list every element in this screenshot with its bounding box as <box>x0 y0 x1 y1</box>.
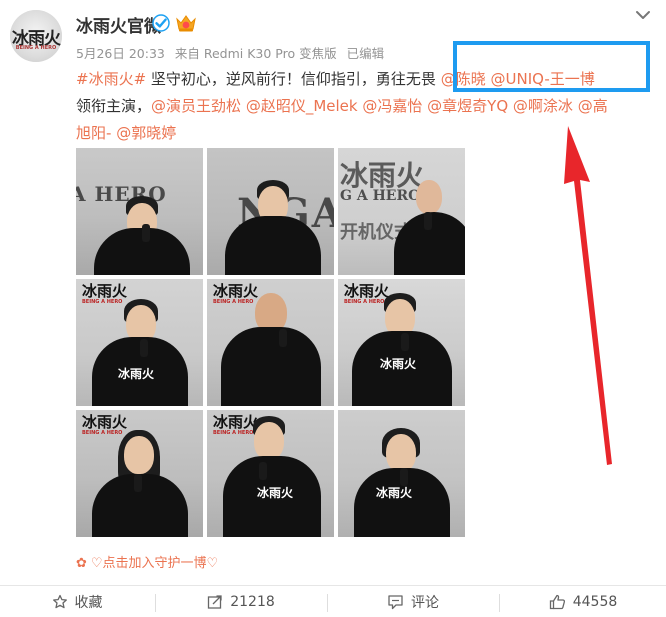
show-logo-subtitle: BEING A HERO <box>213 430 254 436</box>
like-count: 44558 <box>572 593 618 610</box>
show-logo: 冰雨火 <box>213 413 259 431</box>
crown-badge-icon[interactable] <box>175 13 197 33</box>
photo-thumbnail[interactable]: NGA <box>207 148 334 275</box>
mention-link[interactable]: @冯嘉怡 <box>362 97 422 115</box>
show-logo: 冰雨火 <box>213 282 259 300</box>
comment-icon <box>388 594 403 609</box>
collect-label: 收藏 <box>74 594 103 611</box>
mention-link[interactable]: 旭阳- <box>76 124 111 142</box>
photo-thumbnail[interactable]: 冰雨火 BEING A HERO <box>207 279 334 406</box>
post-sentence: 坚守初心，逆风前行！信仰指引，勇往无畏 <box>146 70 436 88</box>
comment-label: 评论 <box>411 594 439 611</box>
star-icon <box>52 594 67 608</box>
show-logo-subtitle: BEING A HERO <box>344 299 385 305</box>
like-button[interactable]: 44558 <box>500 586 666 617</box>
collect-button[interactable]: 收藏 <box>0 586 154 617</box>
show-logo-subtitle: BEING A HERO <box>82 430 123 436</box>
guard-link[interactable]: ✿ ♡点击加入守护一博♡ <box>76 552 218 571</box>
mention-link[interactable]: @章煜奇YQ <box>427 97 508 115</box>
comment-button[interactable]: 评论 <box>328 586 498 617</box>
photo-thumbnail[interactable]: A HERO <box>76 148 203 275</box>
photo-thumbnail[interactable]: 冰雨火 G A HERO 开机仪式 <box>338 148 465 275</box>
username[interactable]: 冰雨火官微 <box>76 12 161 37</box>
post-meta: 5月26日 20:33 来自 Redmi K30 Pro 变焦版 已编辑 <box>76 43 390 62</box>
flower-icon: ✿ <box>76 556 87 571</box>
post-edited[interactable]: 已编辑 <box>347 46 385 61</box>
mention-link[interactable]: @啊涂冰 <box>513 97 573 115</box>
guard-link-text[interactable]: ♡点击加入守护一博♡ <box>91 556 218 571</box>
hashtag-link[interactable]: #冰雨火# <box>76 70 146 88</box>
photo-thumbnail[interactable]: 冰雨火 BEING A HERO 冰雨火 <box>76 279 203 406</box>
shirt-logo: 冰雨火 <box>118 367 155 381</box>
show-logo: 冰雨火 <box>82 413 128 431</box>
avatar-logo-subtitle: BEING A HERO <box>15 45 57 51</box>
post-date[interactable]: 5月26日 20:33 <box>76 46 165 61</box>
photo-thumbnail[interactable]: 冰雨火 BEING A HERO 冰雨火 <box>338 279 465 406</box>
weibo-post-card: 冰雨火 BEING A HERO 冰雨火官微 5月26日 20:33 来自 Re… <box>0 0 666 617</box>
post-lead-text: 领衔主演， <box>76 97 152 115</box>
thumbs-up-icon <box>549 594 565 609</box>
photo-thumbnail[interactable]: 冰雨火 BEING A HERO 冰雨火 <box>207 410 334 537</box>
show-logo: 冰雨火 <box>344 282 390 300</box>
mention-link[interactable]: @演员王劲松 <box>151 97 241 115</box>
photo-thumbnail[interactable]: 冰雨火 <box>338 410 465 537</box>
mention-link[interactable]: @郭晓婷 <box>116 124 176 142</box>
red-arrow-annotation <box>564 126 612 465</box>
shirt-logo: 冰雨火 <box>380 357 417 371</box>
repost-count: 21218 <box>230 593 275 610</box>
highlight-box-annotation <box>453 41 650 92</box>
shirt-logo: 冰雨火 <box>376 486 413 500</box>
mention-link[interactable]: @高 <box>578 97 608 115</box>
show-logo-subtitle: BEING A HERO <box>82 299 123 305</box>
repost-icon <box>208 594 222 609</box>
show-logo: 冰雨火 <box>82 282 128 300</box>
shirt-logo: 冰雨火 <box>257 486 294 500</box>
photo-grid: A HERO NGA 冰雨火 G A HERO 开机仪式 冰雨火BEING A … <box>76 148 465 539</box>
mention-link[interactable]: @赵昭仪_Melek <box>246 97 358 115</box>
action-bar: 收藏 21218 评论 44558 <box>0 585 666 617</box>
photo-thumbnail[interactable]: 冰雨火 BEING A HERO <box>76 410 203 537</box>
chevron-down-icon[interactable] <box>634 8 652 22</box>
verified-icon <box>152 14 170 32</box>
repost-button[interactable]: 21218 <box>156 586 326 617</box>
show-logo-subtitle: BEING A HERO <box>213 299 254 305</box>
avatar[interactable]: 冰雨火 BEING A HERO <box>10 10 62 62</box>
post-source: 来自 Redmi K30 Pro 变焦版 <box>174 46 337 61</box>
backdrop-text: G A HERO <box>340 188 421 204</box>
